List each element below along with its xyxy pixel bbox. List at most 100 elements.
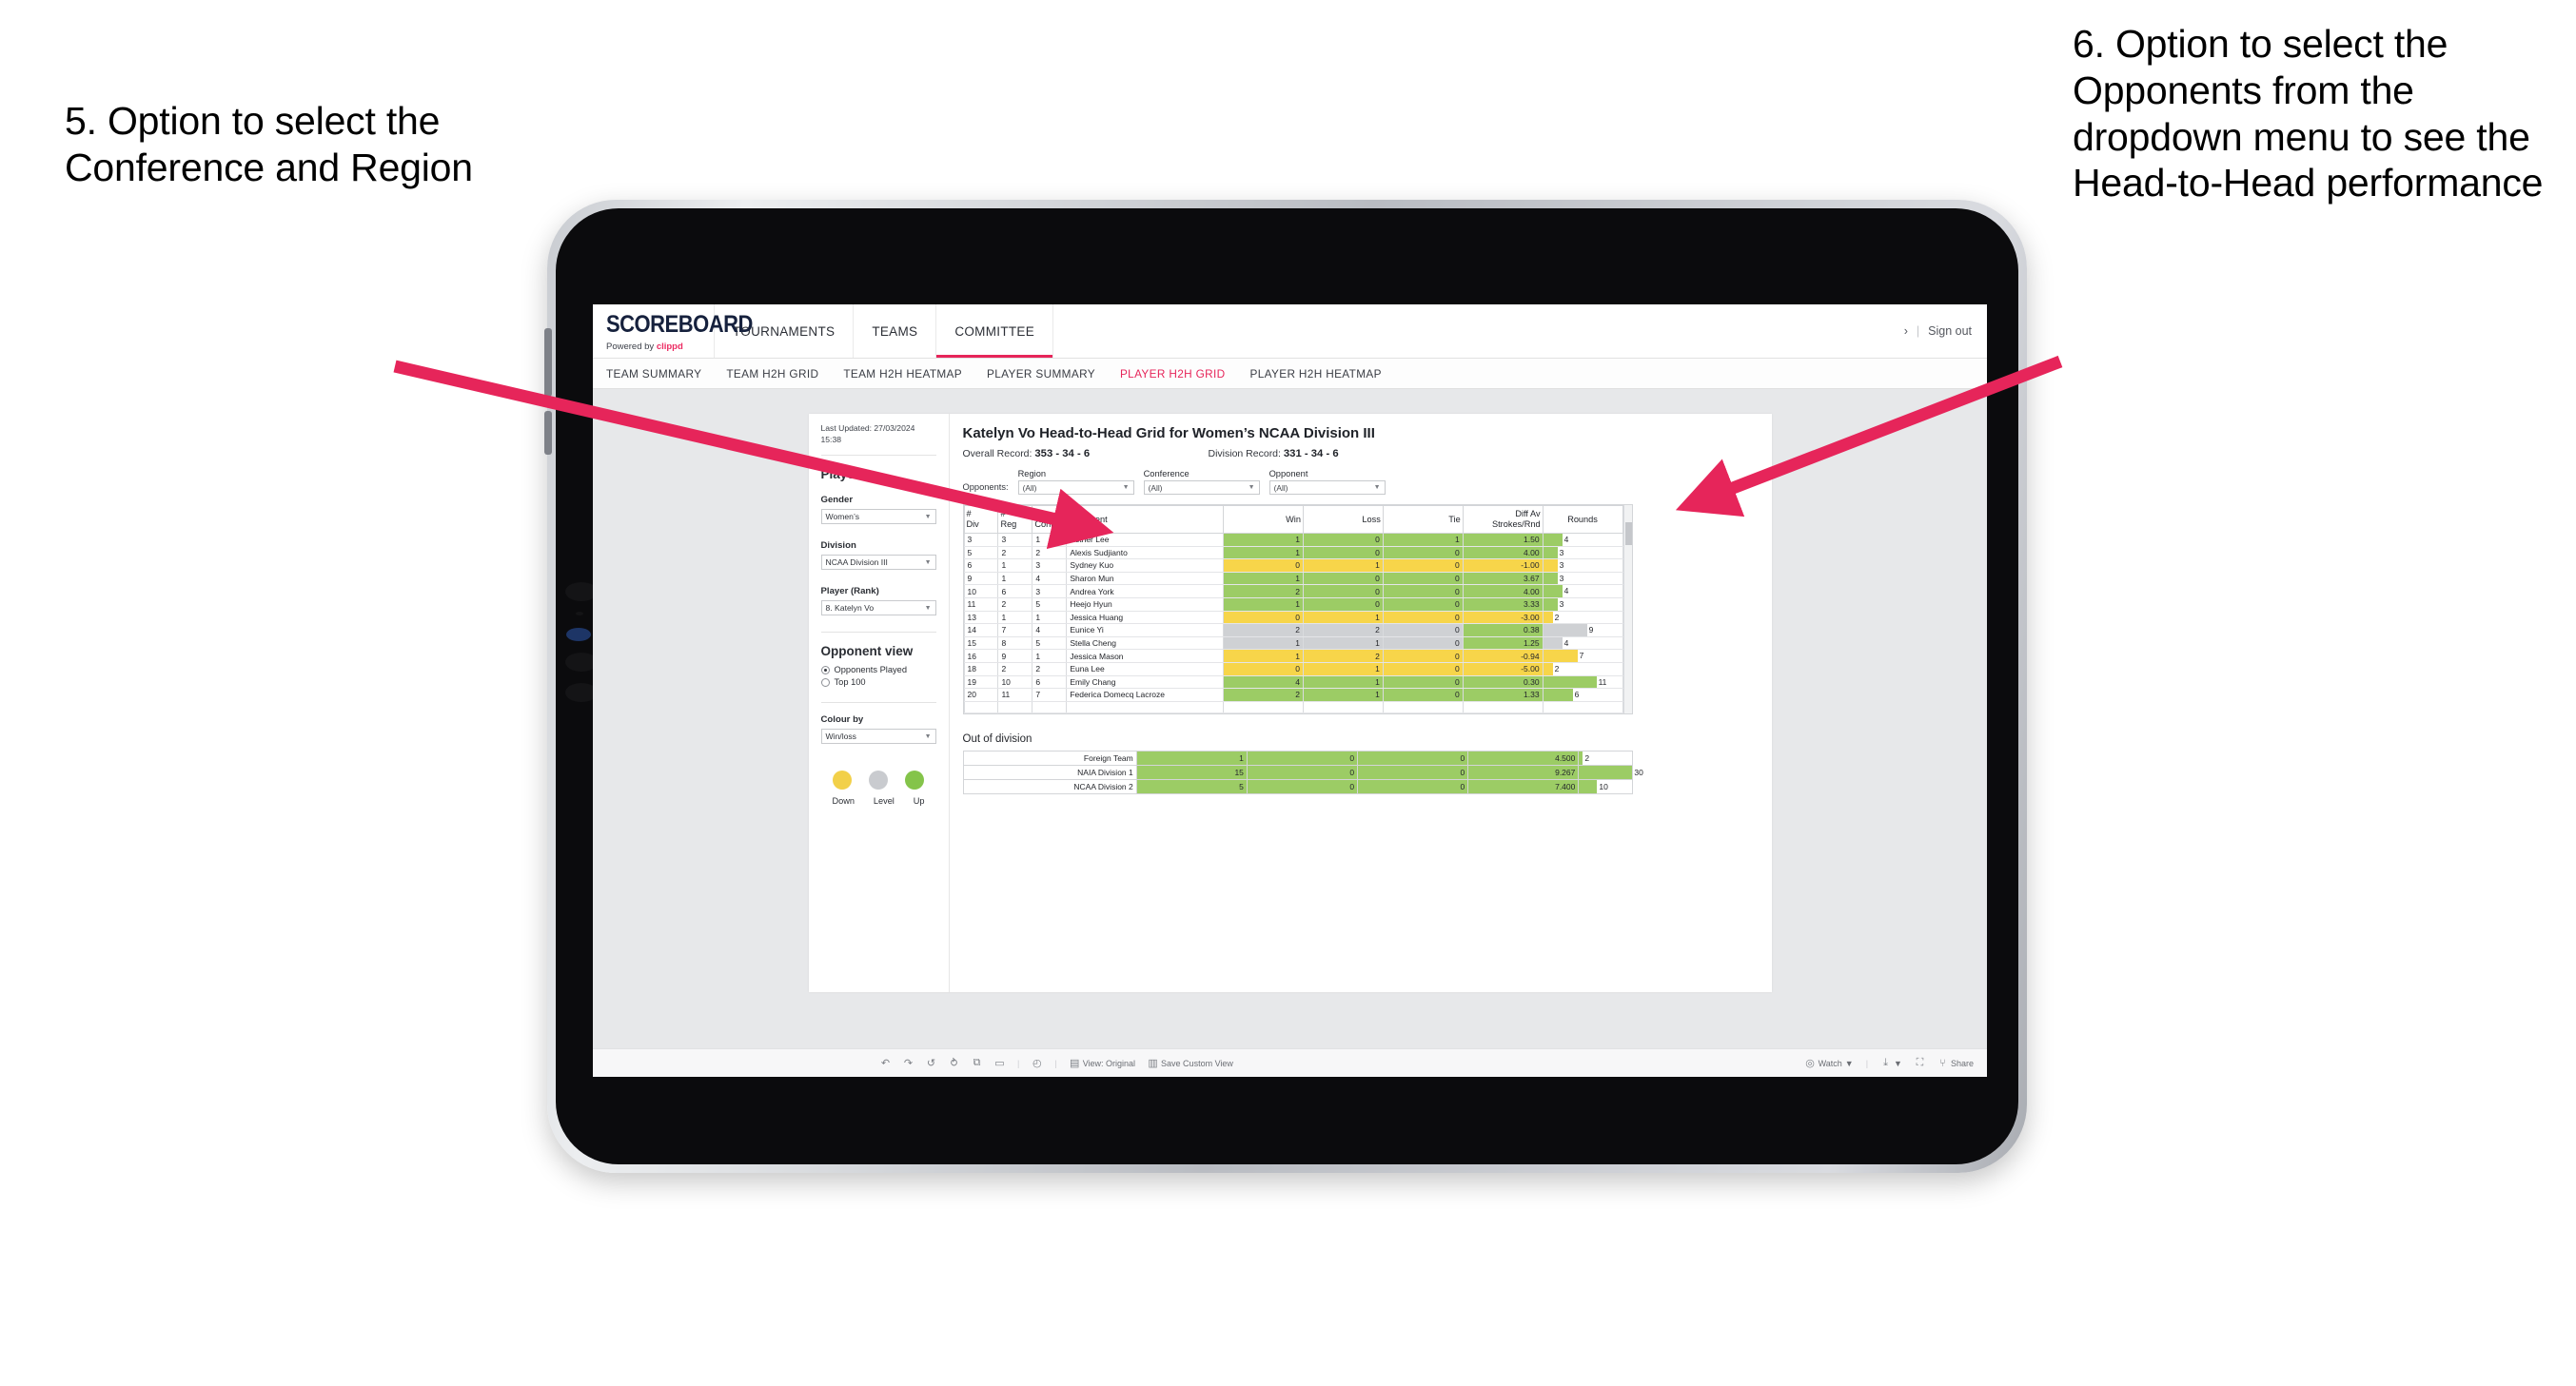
- fullscreen-icon[interactable]: ⛶: [1915, 1057, 1925, 1069]
- col-header-rounds: Rounds: [1542, 504, 1623, 535]
- region-filter-select[interactable]: (All) ▼: [1017, 480, 1134, 495]
- nav-item-teams[interactable]: TEAMS: [854, 304, 937, 358]
- filler-cell: [963, 701, 999, 714]
- scoreboard-logo[interactable]: SCOREBOARD Powered by clippd: [593, 304, 753, 358]
- share-button[interactable]: ⑂ Share: [1937, 1058, 1974, 1069]
- table-row[interactable]: 10 6 3 Andrea York 2 0 0 4.00 4: [963, 584, 1623, 599]
- cell-win: 0: [1223, 558, 1304, 573]
- table-row[interactable]: 15 8 5 Stella Cheng 1 1 0 1.25 4: [963, 636, 1623, 651]
- out-of-division-row[interactable]: Foreign Team 1 0 0 4.500 2: [962, 751, 1633, 767]
- rounds-value: 2: [1584, 753, 1590, 764]
- tab-player-summary[interactable]: PLAYER SUMMARY: [987, 367, 1095, 381]
- out-of-division-table: Foreign Team 1 0 0 4.500 2 NAIA Division 1 15 0 0…: [962, 751, 1643, 795]
- out-of-division-title: Out of division: [962, 733, 1032, 746]
- toolbar-right-group: ◎ Watch ▼ | ⤓ ▼ ⛶ ⑂ Share: [1805, 1057, 1987, 1069]
- radio-opponents-played[interactable]: Opponents Played: [820, 665, 936, 674]
- ood-cell-diff: 9.267: [1467, 765, 1580, 781]
- rounds-value: 2: [1554, 664, 1560, 673]
- cell-reg: 10: [997, 675, 1033, 690]
- view-original-button[interactable]: ▤ View: Original: [1070, 1057, 1135, 1069]
- conference-filter-select[interactable]: (All) ▼: [1143, 480, 1260, 495]
- h2h-grid-header-row: # Div # Reg # Conf Opponent Win Loss Tie Di…: [963, 504, 1623, 535]
- clock-icon[interactable]: ◴: [1032, 1057, 1042, 1069]
- redo-icon[interactable]: ↷: [903, 1057, 914, 1069]
- opponent-filter-select[interactable]: (All) ▼: [1268, 480, 1386, 495]
- revert-icon[interactable]: ↺: [926, 1057, 936, 1069]
- table-row[interactable]: 5 2 2 Alexis Sudjianto 1 0 0 4.00 3: [963, 546, 1623, 560]
- refresh-icon[interactable]: ⥁: [949, 1057, 959, 1069]
- panel-heading-player: Player: [820, 467, 860, 482]
- cell-win: 4: [1223, 675, 1304, 690]
- table-row[interactable]: 16 9 1 Jessica Mason 1 2 0 -0.94 7: [963, 649, 1623, 663]
- table-row[interactable]: 3 3 1 Esther Lee 1 0 1 1.50 4: [963, 533, 1623, 547]
- grid-scrollbar-thumb[interactable]: [1624, 522, 1632, 545]
- page-title: Katelyn Vo Head-to-Head Grid for Women’s…: [962, 425, 1375, 441]
- rounds-bar: [1543, 572, 1558, 585]
- toolbar-divider-1: |: [1017, 1058, 1020, 1068]
- col-header-conf-line1: #: [1034, 509, 1040, 518]
- rounds-bar-cell: 3: [1543, 546, 1622, 559]
- tab-team-h2h-heatmap[interactable]: TEAM H2H HEATMAP: [843, 367, 962, 381]
- cell-reg: 11: [997, 688, 1033, 702]
- tablet-camera-lens: [566, 628, 591, 641]
- rounds-bar-cell: 4: [1543, 585, 1622, 598]
- table-row[interactable]: 18 2 2 Euna Lee 0 1 0 -5.00 2: [963, 662, 1623, 676]
- cell-rounds: 2: [1542, 611, 1623, 625]
- out-of-division-row[interactable]: NCAA Division 2 5 0 0 7.400 10: [962, 779, 1633, 795]
- table-row[interactable]: 20 11 7 Federica Domecq Lacroze 2 1 0 1.33 6: [963, 688, 1623, 702]
- rounds-value: 4: [1563, 586, 1569, 596]
- table-row[interactable]: 6 1 3 Sydney Kuo 0 1 0 -1.00 3: [963, 558, 1623, 573]
- colour-by-select[interactable]: Win/loss ▼: [820, 729, 936, 745]
- cell-diff: 3.67: [1462, 572, 1544, 586]
- ood-cell-loss: 0: [1246, 751, 1359, 767]
- save-custom-view-button[interactable]: ▥ Save Custom View: [1148, 1057, 1233, 1069]
- tab-player-h2h-grid[interactable]: PLAYER H2H GRID: [1120, 367, 1226, 381]
- player-rank-select[interactable]: 8. Katelyn Vo ▼: [820, 600, 936, 616]
- conference-filter-value: (All): [1148, 482, 1163, 493]
- table-row[interactable]: 9 1 4 Sharon Mun 1 0 0 3.67 3: [963, 572, 1623, 586]
- cell-win: 1: [1223, 597, 1304, 612]
- cell-div: 9: [963, 572, 999, 586]
- save-view-icon: ▥: [1148, 1058, 1158, 1069]
- cell-win: 2: [1223, 688, 1304, 702]
- sign-out-link[interactable]: Sign out: [1928, 324, 1972, 338]
- cell-div: 11: [963, 597, 999, 612]
- nav-item-committee[interactable]: COMMITTEE: [936, 304, 1054, 358]
- cell-tie: 0: [1382, 636, 1464, 651]
- out-of-division-row[interactable]: NAIA Division 1 15 0 0 9.267 30: [962, 765, 1643, 781]
- filler-cell: [1223, 701, 1304, 714]
- shape-dropdown-icon[interactable]: ▭: [994, 1057, 1005, 1069]
- header-divider: |: [1916, 324, 1920, 338]
- cell-reg: 3: [997, 533, 1033, 547]
- watch-button[interactable]: ◎ Watch ▼: [1805, 1057, 1853, 1069]
- gender-label: Gender: [820, 495, 854, 506]
- undo-icon[interactable]: ↶: [880, 1057, 891, 1069]
- gender-select[interactable]: Women’s ▼: [820, 509, 936, 525]
- cell-conf: 3: [1032, 558, 1068, 573]
- overall-record: Overall Record: 353 - 34 - 6: [963, 448, 1209, 459]
- radio-top-100[interactable]: Top 100: [820, 677, 936, 687]
- tab-team-h2h-grid[interactable]: TEAM H2H GRID: [726, 367, 818, 381]
- cell-loss: 0: [1302, 584, 1384, 599]
- rounds-value: 4: [1563, 637, 1569, 648]
- cell-loss: 0: [1302, 533, 1384, 547]
- account-chevron-icon[interactable]: ›: [1904, 324, 1908, 338]
- tablet-volume-button[interactable]: [544, 328, 552, 397]
- tablet-power-button[interactable]: [544, 411, 552, 455]
- table-row[interactable]: 14 7 4 Eunice Yi 2 2 0 0.38 9: [963, 623, 1623, 637]
- table-row[interactable]: 13 1 1 Jessica Huang 0 1 0 -3.00 2: [963, 611, 1623, 625]
- cell-reg: 1: [997, 572, 1033, 586]
- table-row[interactable]: 11 2 5 Heejo Hyun 1 0 0 3.33 3: [963, 597, 1623, 612]
- table-row[interactable]: 19 10 6 Emily Chang 4 1 0 0.30 11: [963, 675, 1623, 690]
- pause-icon[interactable]: ⧉: [972, 1057, 982, 1069]
- grid-scrollbar[interactable]: [1622, 505, 1632, 714]
- chevron-down-icon: ▼: [1373, 484, 1381, 491]
- cell-loss: 1: [1302, 675, 1384, 690]
- tab-team-summary[interactable]: TEAM SUMMARY: [606, 367, 701, 381]
- tab-player-h2h-heatmap[interactable]: PLAYER H2H HEATMAP: [1250, 367, 1382, 381]
- cell-opponent: Sydney Kuo: [1066, 558, 1225, 573]
- cell-opponent: Heejo Hyun: [1066, 597, 1225, 612]
- division-select[interactable]: NCAA Division III ▼: [820, 555, 936, 571]
- colour-by-value: Win/loss: [825, 732, 856, 742]
- download-button[interactable]: ⤓ ▼: [1880, 1057, 1902, 1069]
